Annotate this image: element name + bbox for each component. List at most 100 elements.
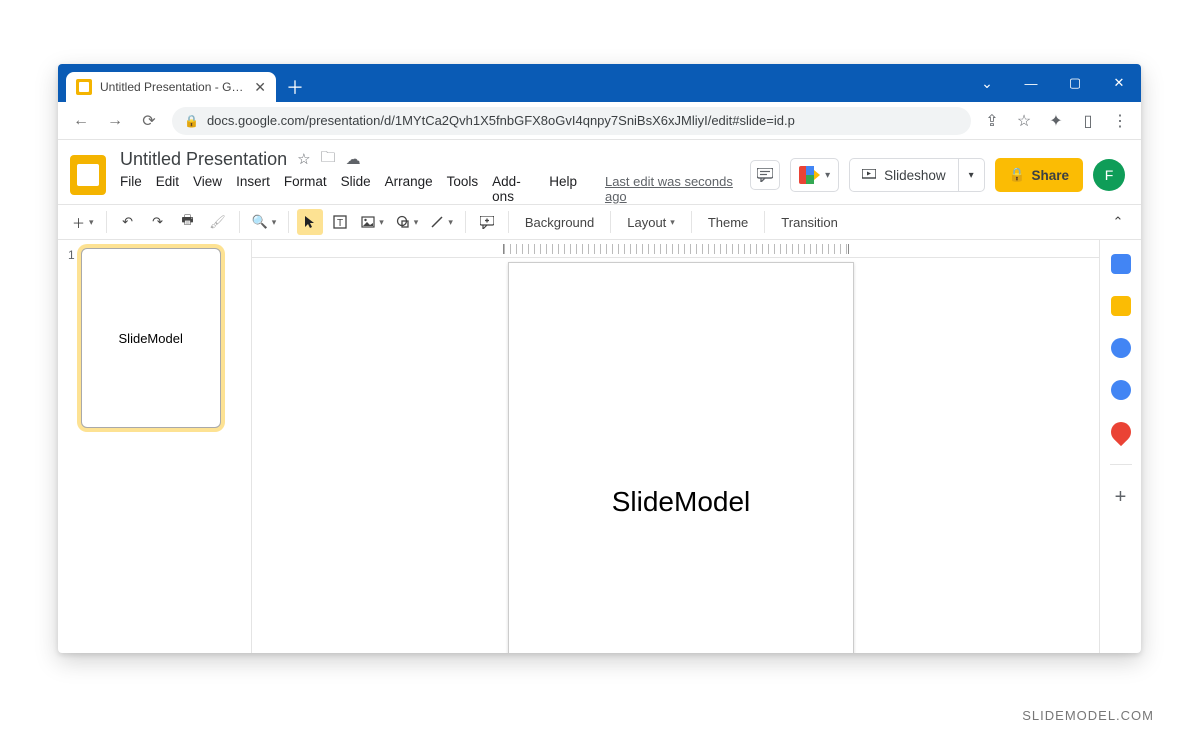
header-actions: ▾ Slideshow ▾ 🔒 Share F [750, 158, 1125, 192]
print-button[interactable]: 🖶 [175, 209, 201, 235]
share-url-icon[interactable]: ⇪ [983, 112, 1001, 130]
comment-plus-icon [480, 216, 494, 229]
tasks-icon[interactable] [1111, 338, 1131, 358]
comment-insert-button[interactable] [474, 209, 500, 235]
slideshow-dropdown[interactable]: ▾ [959, 158, 985, 192]
address-bar: ← → ⟳ 🔒 docs.google.com/presentation/d/1… [58, 102, 1141, 140]
toolbar-separator [691, 211, 692, 233]
select-tool-button[interactable] [297, 209, 323, 235]
background-button[interactable]: Background [517, 209, 602, 235]
cloud-status-icon[interactable]: ☁ [346, 150, 361, 168]
menu-edit[interactable]: Edit [156, 174, 179, 204]
omnibox-actions: ⇪ ☆ ✦ ▯ ⋮ [983, 112, 1129, 130]
lock-icon: 🔒 [184, 114, 199, 128]
zoom-button[interactable]: 🔍 [248, 209, 281, 235]
account-avatar[interactable]: F [1093, 159, 1125, 191]
chevron-down-icon: ▾ [825, 170, 830, 181]
menu-format[interactable]: Format [284, 174, 327, 204]
avatar-initial: F [1105, 167, 1114, 183]
document-info: Untitled Presentation ☆ 🗀 ☁ File Edit Vi… [120, 147, 736, 204]
canvas-area[interactable]: SlideModel [252, 240, 1099, 653]
watermark-text: SLIDEMODEL.COM [1022, 708, 1154, 723]
share-button[interactable]: 🔒 Share [995, 158, 1083, 192]
menu-insert[interactable]: Insert [236, 174, 270, 204]
slide-thumbnails-panel[interactable]: 1 SlideModel [58, 240, 252, 653]
calendar-icon[interactable] [1111, 254, 1131, 274]
slide-number: 1 [68, 248, 75, 428]
transition-label: Transition [781, 215, 838, 230]
collapse-toolbar-button[interactable]: ⌃ [1105, 209, 1131, 235]
slide-thumbnail[interactable]: SlideModel [81, 248, 221, 428]
cursor-icon [304, 215, 316, 229]
nav-reload-button[interactable]: ⟳ [138, 110, 160, 132]
horizontal-ruler [252, 240, 1099, 258]
url-text: docs.google.com/presentation/d/1MYtCa2Qv… [207, 113, 795, 128]
theme-button[interactable]: Theme [700, 209, 756, 235]
document-title[interactable]: Untitled Presentation [120, 149, 287, 170]
document-header: Untitled Presentation ☆ 🗀 ☁ File Edit Vi… [58, 140, 1141, 204]
extensions-icon[interactable]: ✦ [1047, 112, 1065, 130]
browser-menu-icon[interactable]: ⋮ [1111, 112, 1129, 130]
thumbnail-text: SlideModel [119, 331, 183, 346]
meet-button[interactable]: ▾ [790, 158, 839, 192]
nav-forward-button[interactable]: → [104, 110, 126, 132]
move-to-folder-icon[interactable]: 🗀 [321, 147, 336, 172]
toolbar-separator [106, 211, 107, 233]
google-slides-logo-icon[interactable] [70, 155, 106, 195]
browser-tab[interactable]: Untitled Presentation - Google S ✕ [66, 72, 276, 102]
window-maximize-button[interactable]: ▢ [1053, 64, 1097, 102]
paint-format-button[interactable]: 🖌 [205, 209, 231, 235]
comments-button[interactable] [750, 160, 780, 190]
toolbar-separator [508, 211, 509, 233]
menu-slide[interactable]: Slide [341, 174, 371, 204]
toolbar-separator [288, 211, 289, 233]
star-icon[interactable]: ☆ [297, 150, 310, 168]
window-close-button[interactable]: ✕ [1097, 64, 1141, 102]
last-edit-link[interactable]: Last edit was seconds ago [605, 174, 736, 204]
window-minimize-button[interactable]: — [1009, 64, 1053, 102]
url-box[interactable]: 🔒 docs.google.com/presentation/d/1MYtCa2… [172, 107, 971, 135]
menu-view[interactable]: View [193, 174, 222, 204]
menu-file[interactable]: File [120, 174, 142, 204]
slideshow-button[interactable]: Slideshow [849, 158, 959, 192]
contacts-icon[interactable] [1111, 380, 1131, 400]
new-slide-button[interactable]: ＋ [68, 209, 98, 235]
toolbar-separator [610, 211, 611, 233]
toolbar-separator [764, 211, 765, 233]
image-button[interactable] [357, 209, 388, 235]
tab-search-button[interactable]: ⌄ [965, 64, 1009, 102]
nav-back-button[interactable]: ← [70, 110, 92, 132]
theme-label: Theme [708, 215, 748, 230]
redo-button[interactable]: ↷ [145, 209, 171, 235]
share-label: Share [1031, 168, 1069, 183]
menu-addons[interactable]: Add-ons [492, 174, 535, 204]
menu-help[interactable]: Help [549, 174, 577, 204]
shape-button[interactable] [392, 209, 423, 235]
keep-icon[interactable] [1111, 296, 1131, 316]
window-titlebar: Untitled Presentation - Google S ✕ ＋ ⌄ —… [58, 64, 1141, 102]
tab-close-icon[interactable]: ✕ [254, 79, 266, 96]
line-button[interactable] [426, 209, 457, 235]
slide-thumbnail-item[interactable]: 1 SlideModel [68, 248, 241, 428]
sidepanel-toggle-icon[interactable]: ▯ [1079, 112, 1097, 130]
canvas-text: SlideModel [612, 486, 751, 518]
layout-label: Layout [627, 215, 666, 230]
menu-tools[interactable]: Tools [447, 174, 479, 204]
google-side-panel: + [1099, 240, 1141, 653]
new-tab-button[interactable]: ＋ [282, 74, 308, 100]
tab-strip: Untitled Presentation - Google S ✕ ＋ [58, 72, 308, 102]
slide-canvas[interactable]: SlideModel [508, 262, 854, 653]
undo-button[interactable]: ↶ [115, 209, 141, 235]
layout-button[interactable]: Layout [619, 209, 683, 235]
transition-button[interactable]: Transition [773, 209, 846, 235]
get-addons-button[interactable]: + [1111, 487, 1131, 507]
text-box-button[interactable]: T [327, 209, 353, 235]
toolbar-separator [465, 211, 466, 233]
slideshow-label: Slideshow [884, 168, 946, 183]
maps-icon[interactable] [1106, 418, 1134, 446]
toolbar: ＋ ↶ ↷ 🖶 🖌 🔍 T Background Layout Theme Tr… [58, 204, 1141, 240]
slides-favicon-icon [76, 79, 92, 95]
menu-bar: File Edit View Insert Format Slide Arran… [120, 174, 736, 204]
bookmark-star-icon[interactable]: ☆ [1015, 112, 1033, 130]
menu-arrange[interactable]: Arrange [385, 174, 433, 204]
